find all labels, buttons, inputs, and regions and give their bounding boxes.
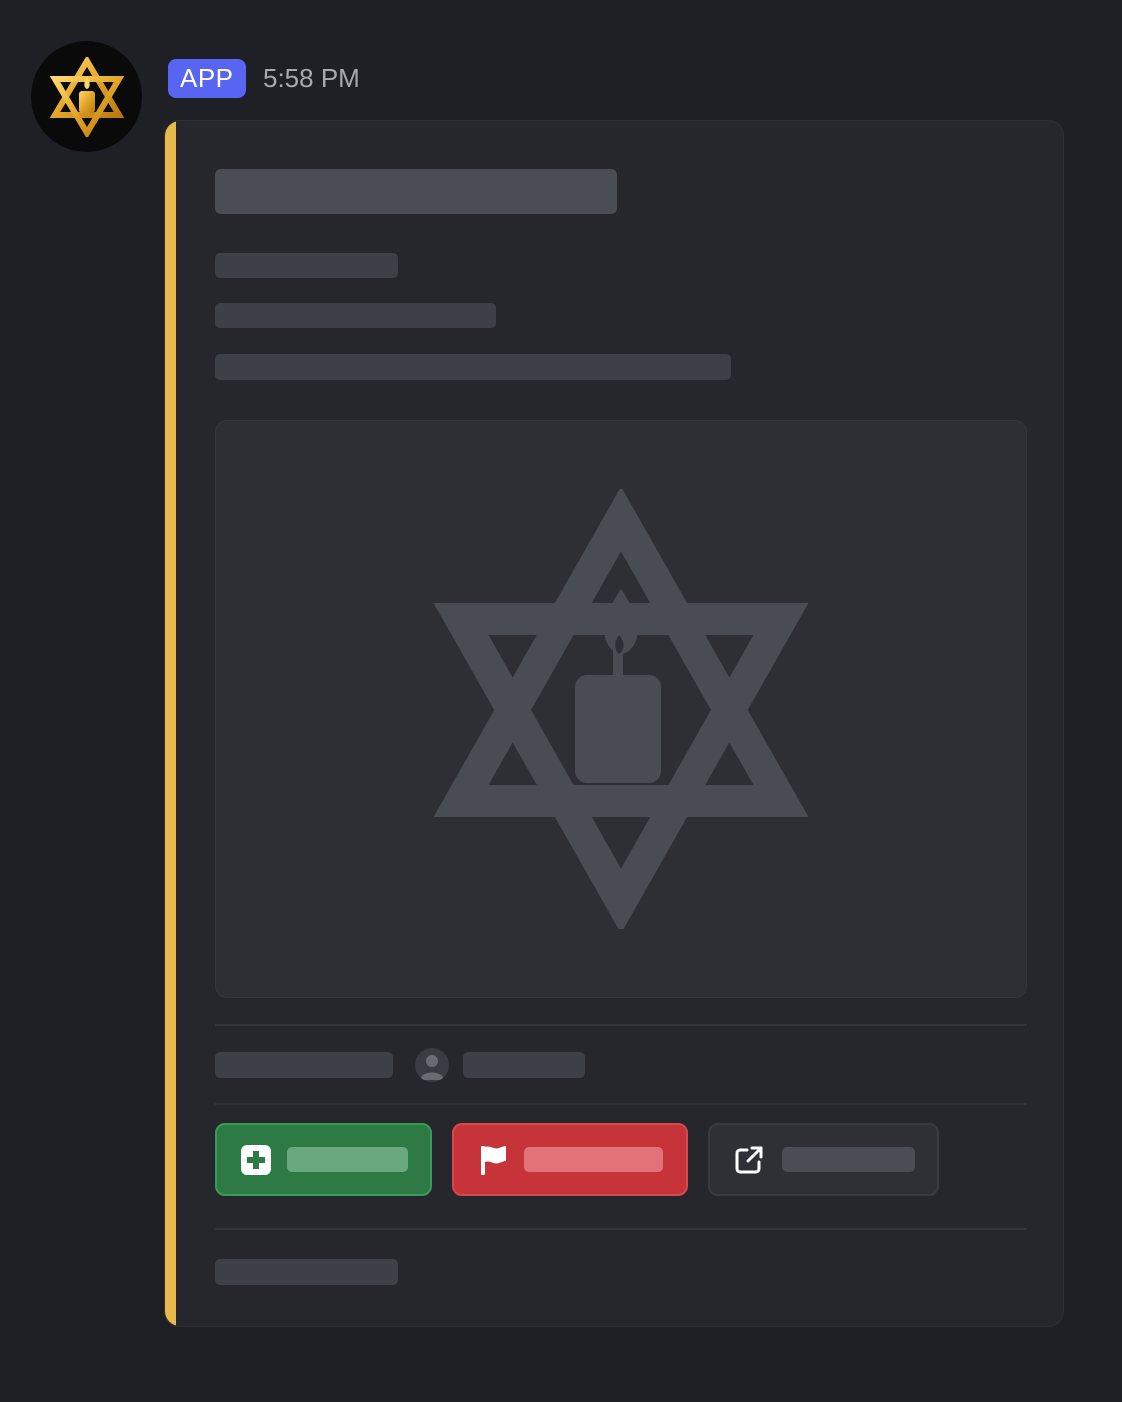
user-icon	[415, 1048, 449, 1082]
embed-title-placeholder	[215, 169, 617, 214]
avatar[interactable]	[31, 41, 142, 152]
star-of-david-candle-icon	[433, 489, 809, 929]
report-button[interactable]	[452, 1123, 688, 1196]
app-badge: APP	[168, 59, 246, 98]
button-label-placeholder	[524, 1147, 663, 1172]
embed-author-placeholder	[463, 1052, 585, 1078]
embed-line-placeholder	[215, 354, 731, 380]
embed-image[interactable]	[215, 420, 1027, 998]
message-embed	[164, 120, 1064, 1327]
embed-divider	[215, 1228, 1027, 1230]
button-label-placeholder	[287, 1147, 408, 1172]
embed-line-placeholder	[215, 253, 398, 278]
embed-footer-placeholder	[215, 1259, 398, 1285]
star-of-david-candle-icon	[49, 56, 124, 137]
embed-meta-placeholder	[215, 1052, 393, 1078]
embed-divider	[215, 1024, 1027, 1026]
flag-icon	[476, 1143, 510, 1177]
open-link-button[interactable]	[708, 1123, 939, 1196]
message-timestamp[interactable]: 5:58 PM	[263, 59, 360, 98]
embed-line-placeholder	[215, 303, 496, 328]
embed-accent-bar	[165, 121, 176, 1326]
chat-message: APP 5:58 PM	[0, 0, 1122, 1402]
add-button[interactable]	[215, 1123, 432, 1196]
embed-divider	[215, 1103, 1027, 1105]
plus-square-icon	[239, 1143, 273, 1177]
external-link-icon	[732, 1143, 766, 1177]
button-label-placeholder	[782, 1147, 915, 1172]
